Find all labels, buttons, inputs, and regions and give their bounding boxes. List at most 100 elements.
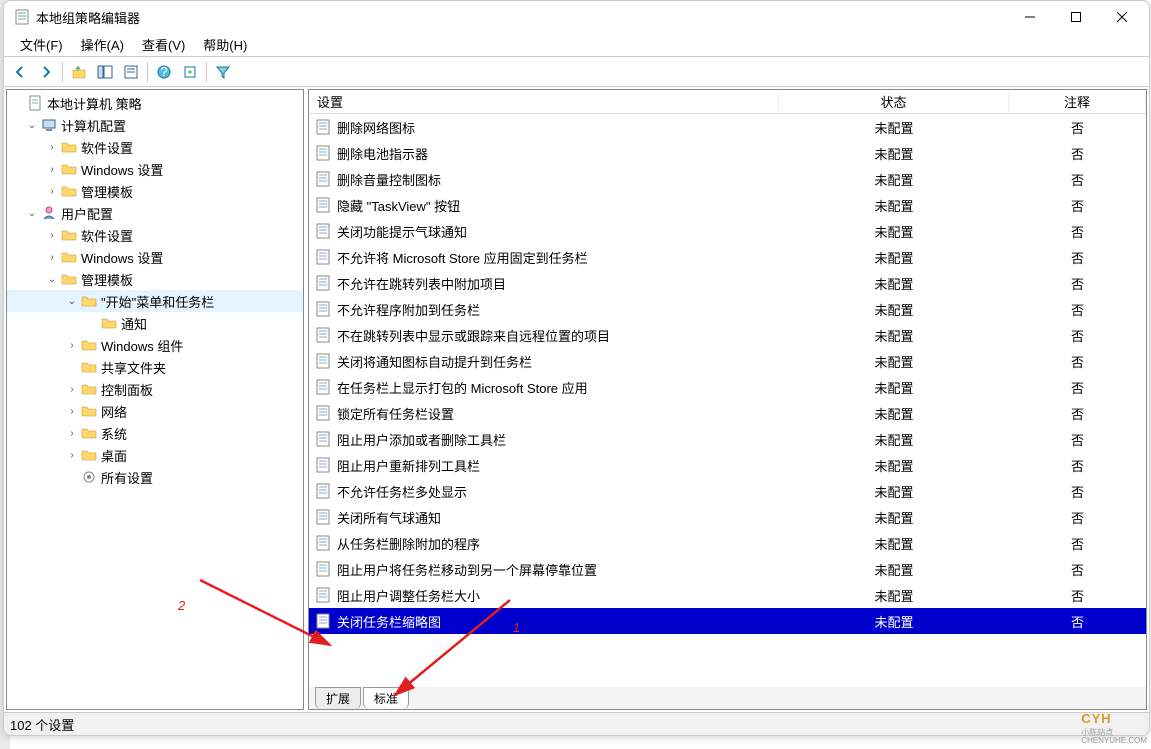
chevron-down-icon[interactable]: ⌄ [45,272,59,286]
setting-row[interactable]: 阻止用户重新排列工具栏 未配置 否 [309,452,1146,478]
menu-help[interactable]: 帮助(H) [203,35,247,54]
chevron-right-icon[interactable]: › [45,228,59,242]
setting-state: 未配置 [779,248,1009,267]
setting-icon [315,457,331,473]
setting-icon [315,483,331,499]
setting-state: 未配置 [779,118,1009,137]
setting-row[interactable]: 锁定所有任务栏设置 未配置 否 [309,400,1146,426]
chevron-right-icon[interactable]: › [65,338,79,352]
setting-row[interactable]: 在任务栏上显示打包的 Microsoft Store 应用 未配置 否 [309,374,1146,400]
tree-panel[interactable]: 本地计算机 策略 ⌄ 计算机配置 ›软件设置 ›Windows 设置 ›管理模板… [6,89,304,710]
setting-row[interactable]: 不允许程序附加到任务栏 未配置 否 [309,296,1146,322]
scrollbar[interactable] [1130,114,1146,687]
tree-item[interactable]: ›Windows 设置 [7,158,303,180]
setting-state: 未配置 [779,482,1009,501]
tree-item[interactable]: ›控制面板 [7,378,303,400]
setting-name: 在任务栏上显示打包的 Microsoft Store 应用 [337,378,588,397]
setting-name: 删除音量控制图标 [337,170,441,189]
svg-text:?: ? [160,64,167,79]
chevron-right-icon[interactable]: › [65,448,79,462]
chevron-right-icon[interactable]: › [45,184,59,198]
tree-notifications[interactable]: 通知 [7,312,303,334]
tree-item[interactable]: ›管理模板 [7,180,303,202]
setting-state: 未配置 [779,326,1009,345]
chevron-right-icon[interactable]: › [45,162,59,176]
show-hide-tree-button[interactable] [93,60,117,84]
setting-row[interactable]: 关闭将通知图标自动提升到任务栏 未配置 否 [309,348,1146,374]
setting-row[interactable]: 隐藏 "TaskView" 按钮 未配置 否 [309,192,1146,218]
setting-state: 未配置 [779,508,1009,527]
setting-row[interactable]: 不在跳转列表中显示或跟踪来自远程位置的项目 未配置 否 [309,322,1146,348]
setting-row[interactable]: 从任务栏删除附加的程序 未配置 否 [309,530,1146,556]
tree-item[interactable]: ›桌面 [7,444,303,466]
tree-start-taskbar[interactable]: ⌄"开始"菜单和任务栏 [7,290,303,312]
help-button[interactable]: ? [152,60,176,84]
chevron-right-icon[interactable]: › [65,404,79,418]
up-button[interactable] [67,60,91,84]
setting-row[interactable]: 阻止用户添加或者删除工具栏 未配置 否 [309,426,1146,452]
export-button[interactable] [178,60,202,84]
tree-all-settings[interactable]: 所有设置 [7,466,303,488]
setting-row[interactable]: 阻止用户调整任务栏大小 未配置 否 [309,582,1146,608]
setting-row[interactable]: 关闭所有气球通知 未配置 否 [309,504,1146,530]
tree-item[interactable]: ›软件设置 [7,136,303,158]
chevron-down-icon[interactable]: ⌄ [25,206,39,220]
setting-row[interactable]: 不允许任务栏多处显示 未配置 否 [309,478,1146,504]
setting-row[interactable]: 不允许在跳转列表中附加项目 未配置 否 [309,270,1146,296]
column-header-state[interactable]: 状态 [779,92,1009,111]
setting-row[interactable]: 删除网络图标 未配置 否 [309,114,1146,140]
tree-item[interactable]: ›软件设置 [7,224,303,246]
tree-item[interactable]: › 系统 [7,422,303,444]
chevron-right-icon[interactable]: › [45,140,59,154]
setting-name: 关闭将通知图标自动提升到任务栏 [337,352,532,371]
chevron-right-icon[interactable]: › [45,250,59,264]
setting-state: 未配置 [779,274,1009,293]
setting-name: 不允许在跳转列表中附加项目 [337,274,506,293]
minimize-button[interactable] [1007,1,1053,33]
tree-label: 系统 [101,424,127,443]
setting-row[interactable]: 不允许将 Microsoft Store 应用固定到任务栏 未配置 否 [309,244,1146,270]
back-button[interactable] [8,60,32,84]
setting-row[interactable]: 删除音量控制图标 未配置 否 [309,166,1146,192]
menu-view[interactable]: 查看(V) [142,35,185,54]
column-header-comment[interactable]: 注释 [1009,92,1146,111]
chevron-down-icon[interactable]: ⌄ [65,294,79,308]
setting-state: 未配置 [779,404,1009,423]
tree-item[interactable]: ›网络 [7,400,303,422]
setting-row[interactable]: 删除电池指示器 未配置 否 [309,140,1146,166]
setting-row[interactable]: 关闭功能提示气球通知 未配置 否 [309,218,1146,244]
filter-button[interactable] [211,60,235,84]
settings-list[interactable]: 删除网络图标 未配置 否 删除电池指示器 未配置 否 删除音量控制图标 未配置 … [309,114,1146,687]
chevron-down-icon[interactable]: ⌄ [25,118,39,132]
tree-label: 计算机配置 [61,116,126,135]
chevron-right-icon[interactable]: › [65,382,79,396]
setting-row[interactable]: 关闭任务栏缩略图 未配置 否 [309,608,1146,634]
folder-icon [61,271,77,287]
setting-row[interactable]: 阻止用户将任务栏移动到另一个屏幕停靠位置 未配置 否 [309,556,1146,582]
tree-user-config[interactable]: ⌄ 用户配置 [7,202,303,224]
tree-computer-config[interactable]: ⌄ 计算机配置 [7,114,303,136]
tree-item[interactable]: ›Windows 设置 [7,246,303,268]
tree-item[interactable]: 共享文件夹 [7,356,303,378]
close-button[interactable] [1099,1,1145,33]
tree-item[interactable]: ›Windows 组件 [7,334,303,356]
tab-standard[interactable]: 标准 [363,687,409,709]
maximize-button[interactable] [1053,1,1099,33]
column-header-setting[interactable]: 设置 [309,92,779,111]
forward-button[interactable] [34,60,58,84]
setting-comment: 否 [1009,196,1146,215]
properties-button[interactable] [119,60,143,84]
setting-comment: 否 [1009,248,1146,267]
menu-file[interactable]: 文件(F) [20,35,63,54]
tree-root[interactable]: 本地计算机 策略 [7,92,303,114]
menu-action[interactable]: 操作(A) [81,35,124,54]
status-text: 102 个设置 [10,715,74,734]
list-header: 设置 状态 注释 [309,90,1146,114]
tree-admin-templates[interactable]: ⌄管理模板 [7,268,303,290]
tab-extended[interactable]: 扩展 [315,687,361,709]
tab-bar: 扩展 标准 [309,687,1146,709]
chevron-right-icon[interactable]: › [65,426,79,440]
folder-icon [61,183,77,199]
setting-comment: 否 [1009,456,1146,475]
setting-state: 未配置 [779,560,1009,579]
